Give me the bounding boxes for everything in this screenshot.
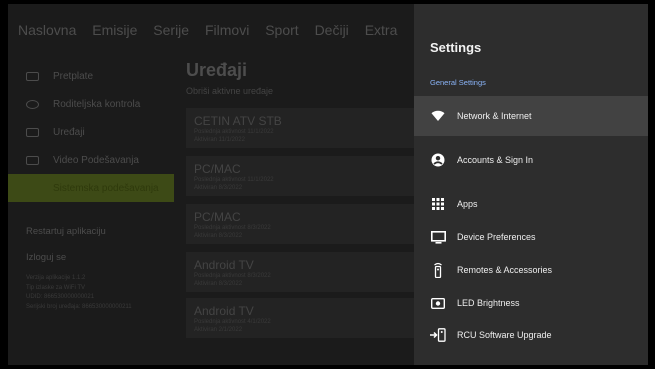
app-info-line: Tip izlaske za WiFi TV: [26, 284, 86, 291]
settings-title: Settings: [430, 40, 482, 55]
device-activated: Aktiviran 11/1/2022: [194, 137, 245, 143]
wifi-icon: [430, 108, 446, 124]
device-card[interactable]: PC/MAC Poslednja aktivnost 11/1/2022 Akt…: [186, 156, 426, 196]
device-last-activity: Poslednja aktivnost 11/1/2022: [194, 177, 274, 183]
device-last-activity: Poslednja aktivnost 8/3/2022: [194, 225, 271, 231]
sidebar-item-uredjaji[interactable]: Uređaji: [8, 118, 174, 146]
device-card[interactable]: Android TV Poslednja aktivnost 8/3/2022 …: [186, 252, 426, 292]
device-name: Android TV: [194, 304, 254, 318]
tv-screen: Naslovna Emisije Serije Filmovi Sport De…: [8, 4, 648, 365]
app-info-line: Verzija aplikacije 1.1.2: [26, 275, 86, 281]
settings-panel: Settings General Settings Network & Inte…: [414, 4, 648, 365]
device-name: PC/MAC: [194, 210, 241, 224]
page-subtitle: Obriši aktivne uređaje: [186, 86, 274, 96]
settings-section-header: General Settings: [430, 78, 486, 87]
settings-item-accounts-sign-in[interactable]: Accounts & Sign In: [414, 140, 648, 180]
remote-icon: [430, 262, 446, 278]
device-card[interactable]: PC/MAC Poslednja aktivnost 8/3/2022 Akti…: [186, 204, 426, 244]
eye-icon: [26, 99, 39, 109]
app-info-line: Serijski broj uređaja: 866530000000211: [26, 303, 132, 310]
rcu-upgrade-icon: [430, 327, 446, 343]
logout-link[interactable]: Izloguj se: [26, 252, 66, 263]
device-card[interactable]: Android TV Poslednja aktivnost 4/1/2022 …: [186, 298, 426, 338]
device-name: Android TV: [194, 258, 254, 272]
nav-item-extra[interactable]: Extra: [365, 22, 398, 38]
subscription-icon: [26, 71, 39, 81]
settings-item-label: Accounts & Sign In: [457, 155, 534, 165]
app-info-line: UDID: 866530000000021: [26, 294, 95, 300]
sidebar-item-label: Pretplate: [53, 70, 94, 82]
tv-icon: [430, 229, 446, 245]
led-icon: [430, 295, 446, 311]
device-last-activity: Poslednja aktivnost 8/3/2022: [194, 273, 271, 279]
nav-item-serije[interactable]: Serije: [153, 22, 189, 38]
nav-item-deciji[interactable]: Dečiji: [315, 22, 349, 38]
device-activated: Aktiviran 8/3/2022: [194, 233, 243, 239]
app-info: Verzija aplikacije 1.1.2 Tip izlaske za …: [26, 274, 132, 312]
restart-app-link[interactable]: Restartuj aplikaciju: [26, 226, 106, 237]
apps-grid-icon: [430, 196, 446, 212]
sidebar: Pretplate Roditeljska kontrola Uređaji V…: [8, 62, 174, 202]
top-nav: Naslovna Emisije Serije Filmovi Sport De…: [18, 22, 409, 38]
device-name: CETIN ATV STB: [194, 114, 282, 128]
device-activated: Aktiviran 8/3/2022: [194, 185, 243, 191]
sidebar-item-pretplate[interactable]: Pretplate: [8, 62, 174, 90]
device-last-activity: Poslednja aktivnost 4/1/2022: [194, 319, 271, 325]
page-title: Uređaji: [186, 60, 248, 80]
settings-item-label: Apps: [457, 199, 478, 209]
sidebar-item-label: Video Podešavanja: [53, 154, 139, 166]
nav-item-filmovi[interactable]: Filmovi: [205, 22, 249, 38]
device-name: PC/MAC: [194, 162, 241, 176]
settings-item-network-internet[interactable]: Network & Internet: [414, 96, 648, 136]
sidebar-item-label: Roditeljska kontrola: [53, 98, 141, 110]
sidebar-item-video-podesavanja[interactable]: Video Podešavanja: [8, 146, 174, 174]
settings-item-label: RCU Software Upgrade: [457, 330, 552, 340]
sidebar-item-sistemska-podesavanja[interactable]: Sistemska podešavanja: [8, 174, 174, 202]
settings-item-label: Network & Internet: [457, 111, 532, 121]
device-card[interactable]: CETIN ATV STB Poslednja aktivnost 11/1/2…: [186, 108, 426, 148]
nav-item-sport[interactable]: Sport: [265, 22, 298, 38]
nav-item-emisije[interactable]: Emisije: [92, 22, 137, 38]
sidebar-item-label: Sistemska podešavanja: [53, 182, 159, 194]
nav-item-naslovna[interactable]: Naslovna: [18, 22, 76, 38]
settings-item-label: LED Brightness: [457, 298, 520, 308]
settings-item-label: Remotes & Accessories: [457, 265, 553, 275]
settings-item-label: Device Preferences: [457, 232, 536, 242]
sidebar-item-roditeljska-kontrola[interactable]: Roditeljska kontrola: [8, 90, 174, 118]
devices-icon: [26, 127, 39, 137]
video-icon: [26, 155, 39, 165]
device-last-activity: Poslednja aktivnost 11/1/2022: [194, 129, 274, 135]
sidebar-item-label: Uređaji: [53, 126, 85, 138]
account-icon: [430, 152, 446, 168]
settings-item-rcu-software-upgrade[interactable]: RCU Software Upgrade: [414, 315, 648, 355]
device-activated: Aktiviran 8/3/2022: [194, 281, 243, 287]
device-activated: Aktiviran 2/1/2022: [194, 327, 243, 333]
